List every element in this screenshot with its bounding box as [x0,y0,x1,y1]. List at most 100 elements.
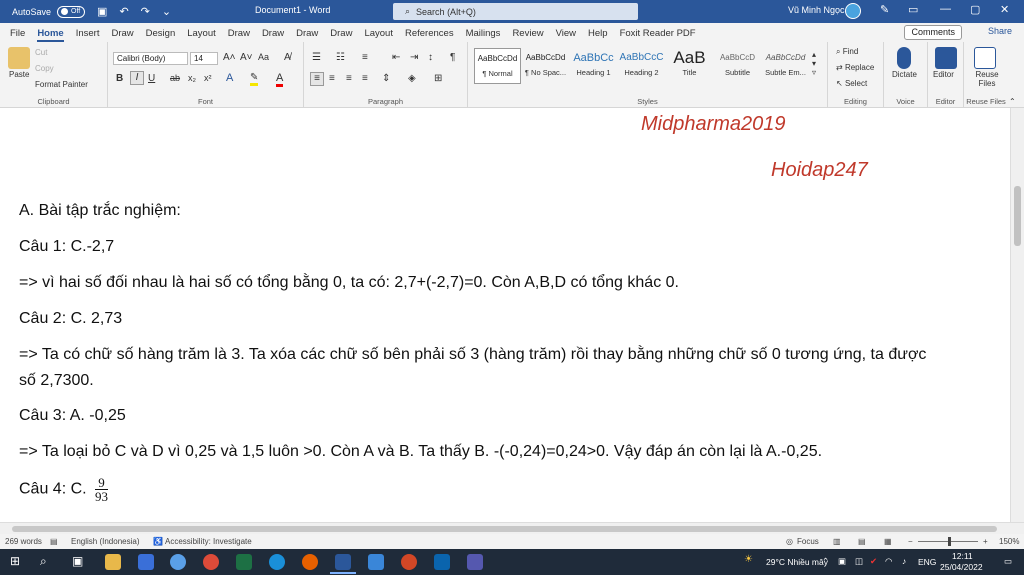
chat-icon[interactable] [368,554,384,570]
align-center-icon[interactable]: ≡ [329,73,335,84]
strikethrough-icon[interactable]: ab [170,73,180,83]
paste-icon[interactable] [8,47,30,69]
mail-icon[interactable] [434,554,450,570]
customize-toolbar-icon[interactable]: ⌄ [162,5,171,18]
find-button[interactable]: ⌕ Find [836,47,858,57]
zoom-out-icon[interactable]: − [908,537,913,546]
decrease-indent-icon[interactable]: ⇤ [392,52,400,63]
doc-line-3[interactable]: => vì hai số đối nhau là hai số có tổng … [19,274,679,292]
text-effects-icon[interactable]: A [226,72,233,84]
tab-review[interactable]: Review [506,28,549,42]
share-button[interactable]: Share [982,25,1018,40]
horizontal-scrollbar[interactable] [0,522,1024,534]
copy-button[interactable]: Copy [35,64,54,73]
minimize-icon[interactable]: — [940,3,951,15]
font-family-select[interactable]: Calibri (Body) [113,52,188,65]
security-icon[interactable]: ✔ [870,556,877,567]
microphone-icon[interactable] [897,47,911,69]
dictate-button[interactable]: Dictate [892,70,917,79]
align-left-icon[interactable]: ≡ [310,72,324,86]
style-heading-2[interactable]: AaBbCcC Heading 2 [618,48,665,84]
chevron-up-icon[interactable]: ⌃ [822,556,829,567]
style-normal[interactable]: AaBbCcDd ¶ Normal [474,48,521,84]
increase-indent-icon[interactable]: ⇥ [410,52,418,63]
word-count[interactable]: 269 words [5,537,42,546]
underline-icon[interactable]: U [148,73,155,84]
ribbon-display-icon[interactable]: ▭ [908,3,918,16]
web-layout-icon[interactable]: ▦ [884,537,892,546]
replace-button[interactable]: ⇄ Replace [836,63,874,72]
cut-button[interactable]: Cut [35,48,47,57]
doc-line-1[interactable]: A. Bài tập trắc nghiệm: [19,202,181,220]
wifi-icon[interactable]: ◠ [885,556,892,567]
reuse-files-button[interactable]: Reuse Files [974,70,1000,88]
close-icon[interactable]: ✕ [1000,3,1009,16]
tab-home[interactable]: Home [31,28,69,42]
comments-button[interactable]: Comments [904,25,962,40]
highlight-icon[interactable]: ✎ [250,72,259,86]
autosave-toggle[interactable]: Off [57,5,86,18]
scroll-thumb[interactable] [1014,186,1021,246]
doc-line-9[interactable]: Câu 4: C. 9 93 [19,476,109,503]
superscript-icon[interactable]: x² [204,73,212,83]
excel-icon[interactable] [236,554,252,570]
tab-layout-2[interactable]: Layout [358,28,399,42]
tab-insert[interactable]: Insert [70,28,106,42]
tab-references[interactable]: References [399,28,460,42]
task-view-icon[interactable]: ▣ [72,554,83,568]
search-icon[interactable]: ⌕ [40,554,47,569]
undo-icon[interactable]: ↶ [119,5,128,18]
app-icon[interactable] [138,554,154,570]
line-spacing-icon[interactable]: ⇕ [382,73,390,84]
show-marks-icon[interactable]: ¶ [450,52,455,63]
justify-icon[interactable]: ≡ [362,73,368,84]
numbering-icon[interactable]: ☷ [336,52,345,63]
reuse-files-icon[interactable] [974,47,996,69]
tab-draw-2[interactable]: Draw [222,28,256,42]
paste-button[interactable]: Paste [9,70,29,79]
clear-format-icon[interactable]: A̸ [284,52,291,63]
avatar[interactable] [845,3,861,19]
bullets-icon[interactable]: ☰ [312,52,321,63]
accessibility-status[interactable]: Accessibility: Investigate [165,537,252,546]
bold-icon[interactable]: B [116,73,123,84]
style-subtle-emphasis[interactable]: AaBbCcDd Subtle Em... [762,48,809,84]
word-icon[interactable] [335,554,351,570]
powerpoint-icon[interactable] [401,554,417,570]
zoom-in-icon[interactable]: + [983,537,988,546]
file-explorer-icon[interactable] [105,554,121,570]
tab-file[interactable]: File [4,28,31,42]
style-heading-1[interactable]: AaBbCc Heading 1 [570,48,617,84]
save-icon[interactable]: ▣ [97,5,107,18]
vertical-scrollbar[interactable] [1010,108,1024,522]
shading-icon[interactable]: ◈ [408,73,416,84]
windows-start-icon[interactable]: ⊞ [10,554,20,568]
restore-icon[interactable]: ▢ [970,3,980,16]
style-title[interactable]: AaB Title [666,48,713,84]
notifications-icon[interactable]: ▭ [1004,556,1012,567]
document-page[interactable]: Midpharma2019 Hoidap247 A. Bài tập trắc … [0,108,1010,522]
tab-mailings[interactable]: Mailings [460,28,507,42]
grow-font-icon[interactable]: A˄ [223,52,236,63]
firefox-icon[interactable] [302,554,318,570]
search-box[interactable]: ⌕ Search (Alt+Q) [393,3,638,20]
subscript-icon[interactable]: x₂ [188,73,196,83]
styles-more-icon[interactable]: ▴ ▾ ▿ [812,50,816,77]
tab-foxit[interactable]: Foxit Reader PDF [614,28,702,42]
font-color-icon[interactable]: A [276,72,284,87]
collapse-ribbon-icon[interactable]: ⌃ [1009,97,1016,106]
print-layout-icon[interactable]: ▤ [858,537,866,546]
tab-draw-5[interactable]: Draw [324,28,358,42]
zoom-level[interactable]: 150% [999,537,1019,546]
pen-icon[interactable]: ✎ [880,3,889,16]
edge-icon[interactable] [269,554,285,570]
font-size-select[interactable]: 14 [190,52,218,65]
sort-icon[interactable]: ↕ [428,52,433,63]
user-name[interactable]: Vũ Minh Ngọc [788,5,845,15]
language-status[interactable]: English (Indonesia) [71,537,139,546]
doc-line-2[interactable]: Câu 1: C.-2,7 [19,238,114,256]
proofing-icon[interactable]: ▤ [50,537,58,546]
redo-icon[interactable]: ↷ [141,5,150,18]
tray-icon[interactable]: ▣ [838,556,846,567]
clock-date[interactable]: 25/04/2022 [940,562,983,572]
